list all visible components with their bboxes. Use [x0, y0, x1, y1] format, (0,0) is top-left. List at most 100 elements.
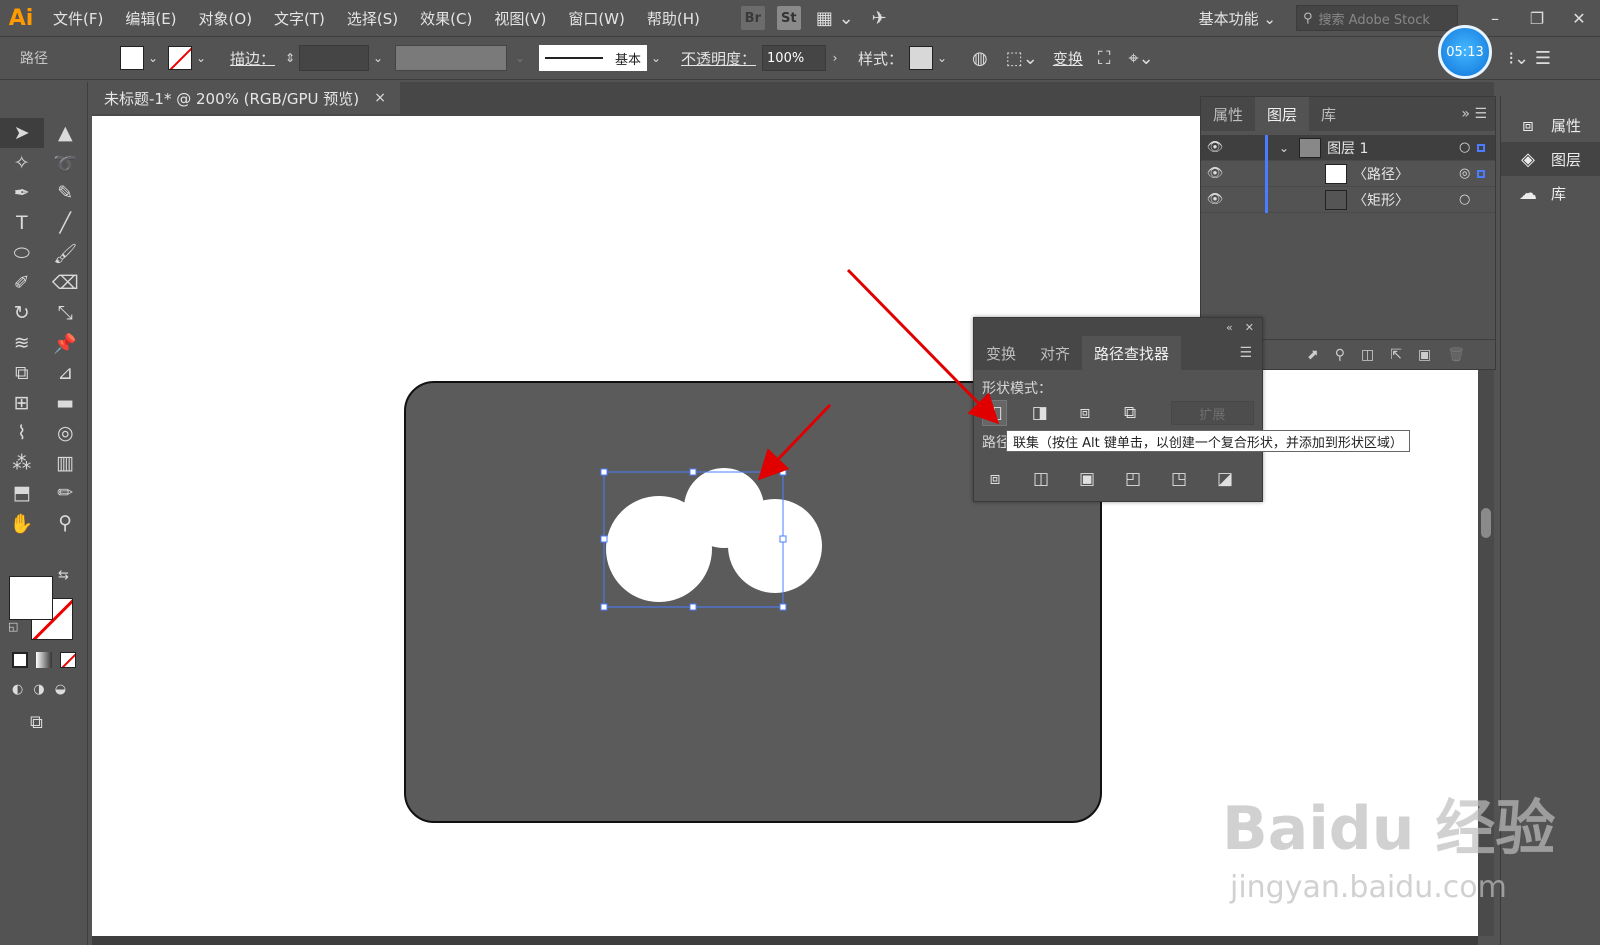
shape-builder-tool-icon[interactable]: ⧉ [0, 358, 44, 388]
rectangle-target-icon[interactable]: ○ [1459, 192, 1470, 207]
draw-behind-icon[interactable]: ◑ [33, 682, 44, 697]
magic-wand-tool-icon[interactable]: ✧ [0, 148, 44, 178]
shaper-tool-icon[interactable]: ✐ [0, 268, 44, 298]
hand-tool-icon[interactable]: ✋ [0, 508, 44, 538]
collapse-panel-icon[interactable]: « [1226, 321, 1233, 334]
layer-row-path[interactable]: 👁 〈路径〉 ◎ [1201, 161, 1495, 187]
document-tab[interactable]: 未标题-1* @ 200% (RGB/GPU 预览) × [92, 82, 400, 116]
minus-front-button[interactable]: ◨ [1027, 400, 1052, 426]
stroke-swatch[interactable] [168, 46, 192, 70]
selection-tool-icon[interactable]: ➤ [0, 118, 44, 148]
color-mode-icon[interactable] [12, 652, 28, 668]
isolate-icon[interactable]: ⛶ [1089, 48, 1120, 69]
tab-libraries[interactable]: 库 [1309, 97, 1348, 131]
transform-label[interactable]: 变换 [1047, 48, 1089, 69]
locate-object-icon[interactable]: ⚲ [1335, 347, 1345, 363]
menu-type[interactable]: 文字(T) [263, 0, 336, 36]
graphic-style-swatch[interactable] [909, 46, 934, 70]
rectangle-name[interactable]: 〈矩形〉 [1353, 190, 1409, 210]
variable-width-profile[interactable] [395, 45, 508, 71]
path-name[interactable]: 〈路径〉 [1353, 164, 1409, 184]
visibility-eye-icon[interactable]: 👁 [1201, 192, 1229, 207]
delete-layer-icon[interactable]: 🗑 [1447, 347, 1465, 363]
tab-transform[interactable]: 变换 [974, 336, 1028, 370]
pen-tool-icon[interactable]: ✒ [0, 178, 44, 208]
swap-fill-stroke-icon[interactable]: ⇆ [58, 568, 69, 583]
pathfinder-titlebar[interactable]: « ✕ [974, 318, 1262, 336]
fill-dropdown-icon[interactable]: ⌄ [144, 51, 162, 65]
tab-align[interactable]: 对齐 [1028, 336, 1082, 370]
mesh-tool-icon[interactable]: ⊞ [0, 388, 44, 418]
ellipse-tool-icon[interactable]: ⬭ [0, 238, 44, 268]
visibility-eye-icon[interactable]: 👁 [1201, 166, 1229, 181]
close-document-icon[interactable]: × [374, 90, 386, 106]
bridge-icon[interactable]: Br [740, 6, 765, 30]
perspective-grid-tool-icon[interactable]: ⊿ [44, 358, 88, 388]
style-dropdown-icon[interactable]: ⌄ [933, 51, 951, 65]
puppet-warp-tool-icon[interactable]: 📌 [44, 328, 88, 358]
lasso-tool-icon[interactable]: ➰ [44, 148, 88, 178]
stroke-label[interactable]: 描边： [224, 48, 281, 69]
intersect-button[interactable]: ⧈ [1072, 400, 1097, 426]
trim-button[interactable]: ◫ [1028, 466, 1054, 492]
tab-properties[interactable]: 属性 [1201, 97, 1255, 131]
symbol-sprayer-tool-icon[interactable]: ⁂ [0, 448, 44, 478]
layer-row-1[interactable]: 👁 ⌄ 图层 1 ○ [1201, 135, 1495, 161]
opacity-input[interactable]: 100% [762, 45, 827, 71]
curvature-tool-icon[interactable]: ✎ [44, 178, 88, 208]
direct-selection-tool-icon[interactable]: ▲ [44, 118, 88, 148]
new-sublayer-icon[interactable]: ⇱ [1390, 347, 1402, 363]
layer-target-icon[interactable]: ○ [1459, 140, 1470, 155]
layer-name[interactable]: 图层 1 [1327, 138, 1368, 158]
puppet-warp-icon[interactable]: ⌖⌄ [1119, 48, 1162, 69]
menu-window[interactable]: 窗口(W) [557, 0, 636, 36]
divide-button[interactable]: ⧈ [982, 466, 1008, 492]
zoom-tool-icon[interactable]: ⚲ [44, 508, 88, 538]
close-window-button[interactable]: ✕ [1558, 9, 1600, 28]
eyedropper-tool-icon[interactable]: ⌇ [0, 418, 44, 448]
dock-properties[interactable]: ⧈ 属性 [1501, 108, 1600, 142]
stroke-weight-input[interactable] [299, 45, 370, 71]
brush-dropdown-icon[interactable]: ⌄ [647, 51, 665, 65]
scrollbar-thumb[interactable] [1481, 508, 1491, 538]
line-tool-icon[interactable]: ╱ [44, 208, 88, 238]
menu-help[interactable]: 帮助(H) [636, 0, 711, 36]
width-tool-icon[interactable]: ≋ [0, 328, 44, 358]
merge-button[interactable]: ▣ [1074, 466, 1100, 492]
outline-button[interactable]: ◳ [1166, 466, 1192, 492]
brush-definition[interactable]: 基本 [539, 45, 648, 71]
stroke-weight-dropdown-icon[interactable]: ⌄ [369, 51, 387, 65]
expand-button[interactable]: 扩展 [1170, 401, 1254, 425]
dock-libraries[interactable]: ☁ 库 [1501, 176, 1600, 210]
paintbrush-tool-icon[interactable]: 🖌 [44, 238, 88, 268]
arrange-documents-icon[interactable]: ▦ ⌄ [807, 8, 863, 29]
minus-back-button[interactable]: ◪ [1212, 466, 1238, 492]
recolor-artwork-icon[interactable]: ◍ [963, 48, 997, 69]
visibility-eye-icon[interactable]: 👁 [1201, 140, 1229, 155]
panel-options-icon[interactable]: ⁝⌄ ☰ [1499, 48, 1560, 69]
tab-layers[interactable]: 图层 [1255, 97, 1310, 131]
draw-inside-icon[interactable]: ◒ [55, 682, 66, 697]
opacity-label[interactable]: 不透明度： [675, 48, 762, 69]
menu-edit[interactable]: 编辑(E) [114, 0, 187, 36]
layer-row-rectangle[interactable]: 👁 〈矩形〉 ○ [1201, 187, 1495, 213]
clipping-mask-icon[interactable]: ◫ [1361, 347, 1374, 363]
tab-pathfinder[interactable]: 路径查找器 [1082, 336, 1182, 370]
stroke-weight-stepper[interactable]: ⇕ [281, 51, 299, 65]
pathfinder-menu-icon[interactable]: ☰ [1239, 345, 1262, 361]
stock-icon[interactable]: St [776, 6, 801, 30]
screen-mode-icon[interactable]: ⧉ [30, 712, 43, 733]
exclude-button[interactable]: ⧉ [1118, 400, 1143, 426]
menu-effect[interactable]: 效果(C) [409, 0, 483, 36]
align-icon[interactable]: ⬚⌄ [997, 48, 1047, 69]
fill-color-box[interactable] [9, 576, 53, 620]
blend-tool-icon[interactable]: ◎ [44, 418, 88, 448]
menu-select[interactable]: 选择(S) [336, 0, 409, 36]
expand-chevron-icon[interactable]: ⌄ [1279, 141, 1289, 155]
profile-dropdown-icon[interactable]: ⌄ [511, 51, 529, 65]
gpu-performance-icon[interactable]: ✈ [863, 8, 896, 29]
unite-button[interactable]: ◧ [982, 400, 1008, 426]
draw-normal-icon[interactable]: ◐ [12, 682, 23, 697]
new-layer-icon[interactable]: ▣ [1418, 347, 1431, 363]
export-icon[interactable]: ⬈ [1307, 347, 1319, 363]
